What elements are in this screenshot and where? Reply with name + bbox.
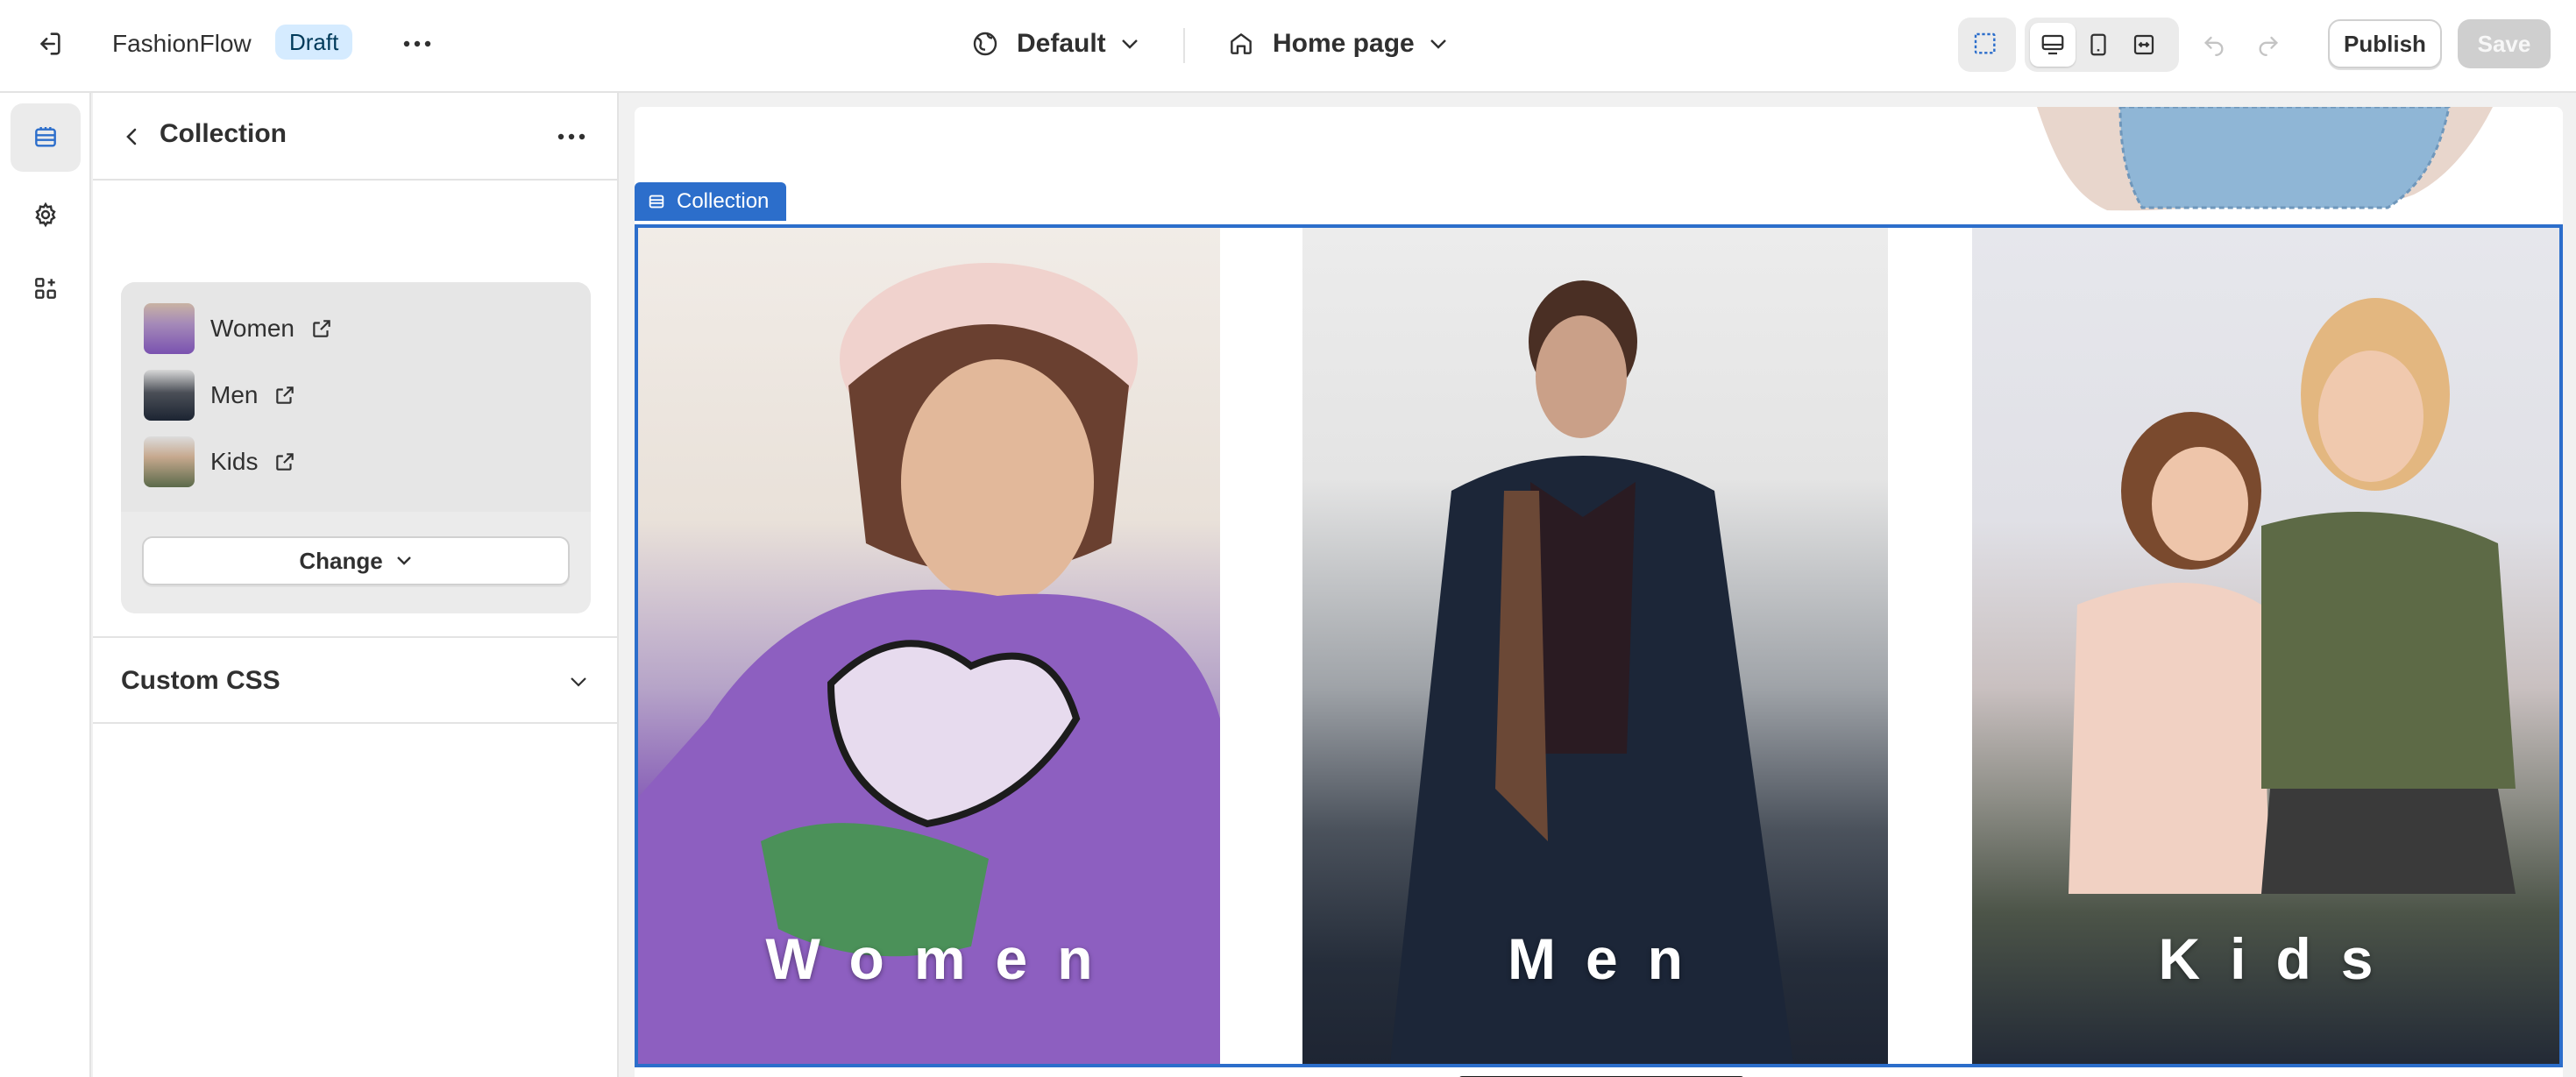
selected-section-tag[interactable]: Collection — [635, 182, 787, 221]
rail-apps-button[interactable] — [11, 254, 81, 322]
collection-picker: Women Men Kids Change — [121, 282, 591, 613]
collection-card-title: Kids — [2158, 926, 2403, 991]
panel-header: Collection — [93, 93, 617, 181]
collection-card[interactable]: Men — [1302, 228, 1888, 1064]
external-link-icon[interactable] — [273, 384, 296, 407]
more-horizontal-icon — [557, 133, 585, 140]
rail-settings-button[interactable] — [11, 181, 81, 249]
collection-item[interactable]: Women — [144, 303, 333, 354]
external-link-icon[interactable] — [273, 450, 296, 473]
mobile-view-button[interactable] — [2076, 23, 2121, 67]
collection-item[interactable]: Kids — [144, 436, 296, 487]
home-icon — [1231, 33, 1252, 54]
chevron-down-icon — [1430, 39, 1446, 49]
chevron-down-icon — [396, 556, 411, 565]
collection-list: Women Men Kids — [121, 282, 591, 512]
topbar-divider — [1183, 28, 1185, 63]
exit-icon — [40, 32, 60, 55]
exit-button[interactable] — [25, 23, 74, 65]
inspector-button[interactable] — [1963, 23, 2009, 67]
undo-button[interactable] — [2191, 23, 2237, 65]
chevron-left-icon — [126, 128, 137, 145]
preview-area: Collection Women Men Kids — [621, 93, 2576, 1077]
page-selector-label: Home page — [1273, 29, 1415, 58]
expand-horizontal-icon — [2133, 34, 2154, 55]
desktop-view-button[interactable] — [2030, 23, 2076, 67]
storefront-canvas: Collection Women Men Kids — [635, 107, 2563, 1077]
back-button[interactable] — [110, 116, 153, 158]
collection-card-title: Men — [1508, 926, 1713, 991]
hero-image-peek — [2037, 107, 2493, 211]
external-link-icon[interactable] — [310, 317, 333, 340]
left-rail — [0, 93, 91, 1077]
collection-card-title: Women — [765, 926, 1123, 991]
collection-name: Men — [210, 381, 259, 408]
collection-thumbnail — [144, 370, 195, 421]
inspector-toggle-group — [1958, 18, 2016, 72]
settings-panel: Collection Women Men Kids Change Custom … — [93, 93, 619, 1077]
theme-editor: FashionFlow Draft Default Home page Publ… — [0, 0, 2576, 1077]
fullwidth-view-button[interactable] — [2121, 23, 2167, 67]
desktop-icon — [2041, 34, 2064, 55]
rail-sections-button[interactable] — [11, 103, 81, 172]
redo-button[interactable] — [2246, 23, 2291, 65]
select-cursor-icon — [1974, 32, 1996, 54]
apps-icon — [35, 278, 56, 299]
collection-card[interactable]: Women — [638, 228, 1220, 1064]
top-bar: FashionFlow Draft Default Home page Publ… — [0, 0, 2576, 93]
settings-gear-icon — [35, 202, 56, 228]
collection-name: Women — [210, 315, 295, 342]
section-more-button[interactable] — [547, 116, 596, 158]
selected-section-label: Collection — [677, 189, 770, 213]
mobile-icon — [2090, 33, 2106, 56]
custom-css-toggle[interactable] — [561, 666, 596, 698]
redo-icon — [2259, 36, 2278, 56]
theme-selector-label: Default — [1017, 29, 1106, 58]
panel-title: Collection — [160, 119, 287, 148]
undo-icon — [2204, 36, 2224, 56]
collection-card[interactable]: Kids — [1972, 228, 2559, 1064]
more-horizontal-icon — [403, 40, 431, 47]
app-name: FashionFlow — [112, 30, 252, 57]
chevron-down-icon — [1121, 39, 1138, 49]
custom-css-title: Custom CSS — [121, 666, 280, 695]
change-button-label: Change — [299, 547, 383, 574]
theme-selector[interactable]: Default — [971, 23, 1139, 65]
collection-item[interactable]: Men — [144, 370, 296, 421]
collection-name: Kids — [210, 448, 259, 475]
collection-thumbnail — [144, 303, 195, 354]
globe-icon — [973, 32, 997, 56]
more-actions-button[interactable] — [394, 23, 440, 65]
save-button[interactable]: Save — [2458, 19, 2551, 68]
device-toggle-group — [2025, 18, 2179, 72]
chevron-down-icon — [571, 677, 586, 687]
custom-css-accordion[interactable]: Custom CSS — [93, 636, 617, 724]
collection-thumbnail — [144, 436, 195, 487]
status-badge: Draft — [275, 25, 353, 60]
sections-icon — [35, 127, 56, 147]
publish-button[interactable]: Publish — [2328, 19, 2442, 68]
sections-icon — [649, 195, 664, 209]
page-selector[interactable]: Home page — [1227, 23, 1448, 65]
change-collection-button[interactable]: Change — [142, 536, 570, 585]
collection-section[interactable]: Women Men Kids — [635, 224, 2563, 1067]
